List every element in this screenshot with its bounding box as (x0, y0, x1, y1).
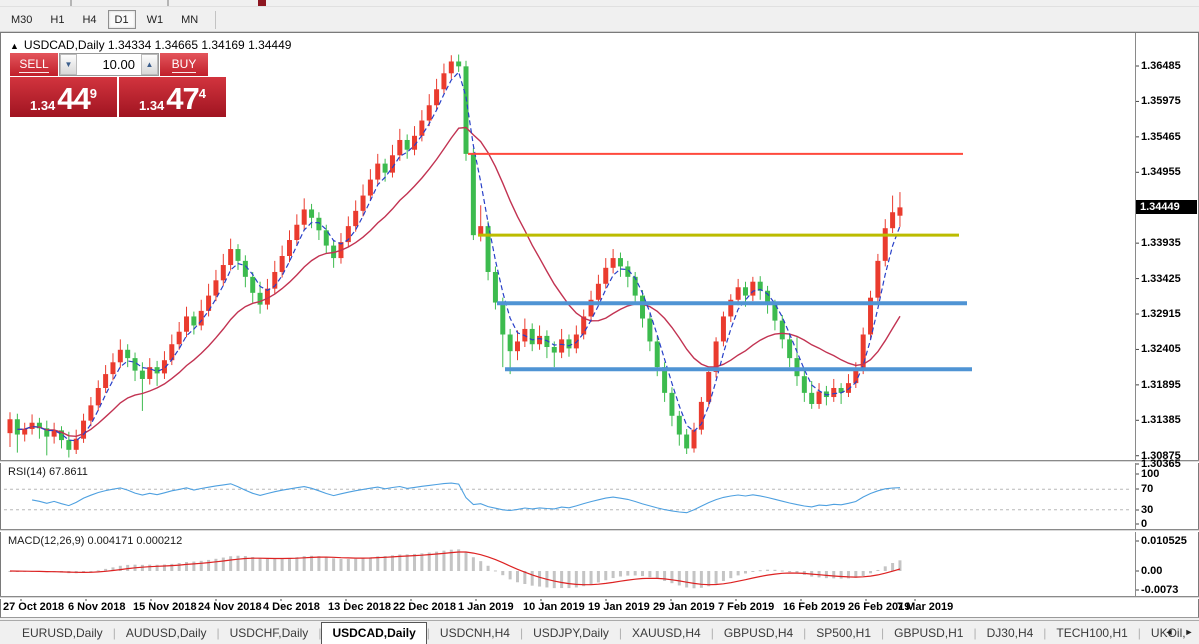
chart-tab-tech100-h1[interactable]: TECH100,H1 (1046, 622, 1137, 644)
price-axis-tick: 1.36485 (1141, 60, 1181, 72)
date-axis-label: 22 Dec 2018 (393, 601, 456, 613)
volume-stepper: ▼ ▲ (59, 53, 159, 76)
date-axis-label: 10 Jan 2019 (523, 601, 585, 613)
indicator-axis-tick: 100 (1141, 468, 1159, 480)
date-axis-label: 15 Nov 2018 (133, 601, 197, 613)
buy-price-tile[interactable]: 1.34474 (119, 77, 226, 117)
chart-tab-audusd-daily[interactable]: AUDUSD,Daily (116, 622, 217, 644)
toolbar-separator (70, 0, 72, 6)
volume-input[interactable] (77, 54, 141, 75)
current-price-badge: 1.34449 (1136, 200, 1197, 214)
sell-price-pips: 44 (57, 85, 89, 113)
price-axis-tick: 1.31895 (1141, 379, 1181, 391)
sell-price-tile[interactable]: 1.34449 (10, 77, 117, 117)
sell-price-point: 9 (90, 89, 97, 99)
top-toolbar-edge (0, 0, 1199, 7)
date-axis-label: 27 Oct 2018 (3, 601, 64, 613)
sell-price-prefix: 1.34 (30, 98, 55, 113)
symbol-ohlc-text: USDCAD,Daily 1.34334 1.34665 1.34169 1.3… (24, 38, 292, 52)
price-axis-tick: 1.32405 (1141, 343, 1181, 355)
rsi-panel-divider[interactable] (0, 460, 1199, 463)
chart-symbol-header: ▲ USDCAD,Daily 1.34334 1.34665 1.34169 1.… (10, 38, 291, 52)
tab-scroll-right-icon[interactable]: ► (1182, 625, 1196, 639)
chart-tab-usdchf-daily[interactable]: USDCHF,Daily (220, 622, 319, 644)
date-axis-label: 1 Jan 2019 (458, 601, 514, 613)
date-axis-label: 29 Jan 2019 (653, 601, 715, 613)
date-axis-label: 19 Jan 2019 (588, 601, 650, 613)
chart-tab-eurusd-daily[interactable]: EURUSD,Daily (12, 622, 113, 644)
toolbar-icon-fragment (258, 0, 266, 6)
timeframe-button-w1[interactable]: W1 (140, 10, 171, 29)
chart-tab-usdjpy-daily[interactable]: USDJPY,Daily (523, 622, 619, 644)
timeframe-button-m30[interactable]: M30 (4, 10, 39, 29)
buy-price-pips: 47 (166, 85, 198, 113)
price-axis-tick: 1.31385 (1141, 414, 1181, 426)
date-axis-label: 4 Dec 2018 (263, 601, 320, 613)
volume-decrease-button[interactable]: ▼ (60, 54, 77, 75)
trading-terminal-window: M30H1H4 D1W1MN ▲ USDCAD,Daily 1.34334 1.34… (0, 0, 1199, 644)
indicator-axis-tick: 0 (1141, 518, 1147, 530)
chart-tab-dj30-h4[interactable]: DJ30,H4 (977, 622, 1044, 644)
buy-price-point: 4 (199, 89, 206, 99)
price-axis-tick: 1.33935 (1141, 237, 1181, 249)
chart-tab-sp500-h1[interactable]: SP500,H1 (806, 622, 881, 644)
collapse-arrow-icon[interactable]: ▲ (10, 41, 19, 51)
chart-tab-bar: EURUSD,Daily|AUDUSD,Daily|USDCHF,Daily|U… (0, 620, 1199, 644)
date-axis-label: 6 Nov 2018 (68, 601, 125, 613)
indicator-axis-tick: 0.010525 (1141, 535, 1187, 547)
toolbar-separator (215, 11, 216, 29)
buy-price-prefix: 1.34 (139, 98, 164, 113)
spin-down-icon: ▼ (65, 60, 73, 69)
spin-up-icon: ▲ (146, 60, 154, 69)
sell-button[interactable]: SELL (10, 53, 58, 76)
date-axis-label: 24 Nov 2018 (198, 601, 262, 613)
indicator-axis-tick: 30 (1141, 504, 1153, 516)
timeframe-button-mn[interactable]: MN (174, 10, 205, 29)
one-click-trading-panel: SELL ▼ ▲ BUY 1.34449 1.34474 (10, 53, 226, 117)
price-axis-separator (1135, 33, 1136, 598)
chart-tab-xauusd-h4[interactable]: XAUUSD,H4 (622, 622, 711, 644)
indicator-axis-tick: 0.00 (1141, 565, 1162, 577)
timeframe-button-h4[interactable]: H4 (75, 10, 103, 29)
toolbar-separator (167, 0, 169, 6)
timeframe-toolbar: M30H1H4 D1W1MN (0, 8, 1199, 32)
chart-tab-gbpusd-h1[interactable]: GBPUSD,H1 (884, 622, 973, 644)
date-axis-label: 16 Feb 2019 (783, 601, 845, 613)
date-axis-label: 7 Feb 2019 (718, 601, 774, 613)
tab-scroll-left-icon[interactable]: ◄ (1162, 625, 1176, 639)
price-axis-tick: 1.35465 (1141, 131, 1181, 143)
indicator-axis-tick: -0.0073 (1141, 584, 1178, 596)
timeframe-button-h1[interactable]: H1 (43, 10, 71, 29)
timeframe-button-d1[interactable]: D1 (108, 10, 136, 29)
date-axis-divider (0, 596, 1199, 599)
chart-tab-usdcad-daily[interactable]: USDCAD,Daily (321, 622, 426, 644)
chart-tab-usdcnh-h4[interactable]: USDCNH,H4 (430, 622, 520, 644)
price-axis-tick: 1.32915 (1141, 308, 1181, 320)
volume-increase-button[interactable]: ▲ (141, 54, 158, 75)
price-axis-tick: 1.33425 (1141, 273, 1181, 285)
macd-panel-divider[interactable] (0, 529, 1199, 532)
indicator-axis-tick: 70 (1141, 483, 1153, 495)
price-axis-tick: 1.34955 (1141, 166, 1181, 178)
macd-indicator-label: MACD(12,26,9) 0.004171 0.000212 (8, 535, 182, 547)
date-axis-label: 13 Dec 2018 (328, 601, 391, 613)
price-axis-tick: 1.35975 (1141, 95, 1181, 107)
date-axis-label: 7 Mar 2019 (897, 601, 953, 613)
buy-button[interactable]: BUY (160, 53, 208, 76)
chart-tab-gbpusd-h4[interactable]: GBPUSD,H4 (714, 622, 803, 644)
rsi-indicator-label: RSI(14) 67.8611 (8, 466, 88, 478)
